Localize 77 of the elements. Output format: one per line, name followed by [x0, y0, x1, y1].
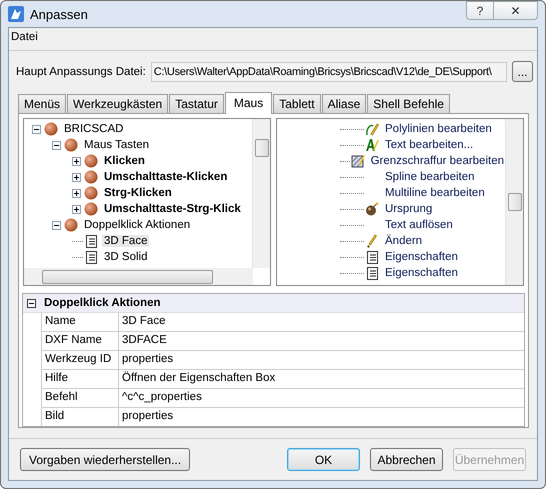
expander-icon[interactable] — [72, 172, 81, 182]
window-title: Anpassen — [30, 6, 88, 22]
tree-item[interactable]: Ändern — [383, 235, 424, 247]
dialog-button[interactable]: OK — [287, 448, 360, 471]
tab[interactable]: Aliase — [322, 94, 366, 113]
tree-item[interactable]: Polylinien bearbeiten — [383, 123, 494, 135]
dialog-button[interactable]: Abbrechen — [370, 448, 443, 471]
restore-defaults-button[interactable]: Vorgaben wiederherstellen... — [20, 448, 190, 471]
vertical-scrollbar[interactable] — [252, 119, 270, 268]
app-logo-icon — [8, 6, 24, 22]
property-value[interactable]: 3D Face — [119, 313, 168, 331]
tree-item[interactable]: BRICSCAD — [62, 123, 126, 135]
expander-icon[interactable] — [72, 156, 81, 166]
tree-item[interactable]: Text auflösen — [383, 219, 455, 231]
document-icon — [84, 234, 98, 248]
hatch-icon — [350, 154, 365, 168]
help-button[interactable]: ? — [466, 1, 494, 20]
property-value[interactable]: ^c^c_properties — [119, 389, 205, 407]
tab[interactable]: Menüs — [18, 94, 66, 113]
section-title: Doppelklick Aktionen — [44, 297, 161, 309]
sphere-icon — [84, 170, 98, 184]
close-button[interactable]: ✕ — [494, 1, 538, 20]
browse-button[interactable]: ... — [512, 61, 533, 82]
path-label: Haupt Anpassungs Datei: — [16, 66, 146, 78]
tree-item[interactable]: Eigenschaften — [383, 251, 460, 263]
tab[interactable]: Tablett — [273, 94, 321, 113]
horizontal-scrollbar[interactable] — [24, 268, 253, 285]
tree-item[interactable]: Text bearbeiten... — [383, 139, 476, 151]
tree-item[interactable]: 3D Solid — [102, 251, 150, 263]
tab[interactable]: Werkzeugkästen — [67, 94, 168, 113]
vertical-scrollbar[interactable] — [505, 119, 523, 285]
property-value[interactable]: 3DFACE — [119, 332, 170, 350]
tree-item[interactable]: Klicken — [102, 155, 147, 167]
sphere-icon — [64, 218, 78, 232]
tree-item[interactable]: Umschalttaste-Strg-Klick — [102, 203, 243, 215]
tab[interactable]: Tastatur — [169, 94, 224, 113]
tree-item[interactable]: 3D Face — [102, 235, 150, 247]
expander-icon[interactable] — [52, 140, 61, 150]
tree-item[interactable]: Strg-Klicken — [102, 187, 174, 199]
property-name: Bild — [42, 408, 119, 426]
document-icon — [365, 266, 379, 280]
path-field[interactable]: C:\Users\Walter\AppData\Roaming\Bricsys\Bricscad\V12\de_DE\Support\ — [150, 62, 507, 82]
tree-item[interactable]: Maus Tasten — [82, 139, 151, 151]
property-name: Befehl — [42, 389, 119, 407]
document-icon — [365, 250, 379, 264]
expander-icon[interactable] — [72, 188, 81, 198]
tree-item[interactable]: Spline bearbeiten — [383, 171, 477, 183]
text-pencil-icon — [365, 138, 379, 152]
expander-icon[interactable] — [72, 204, 81, 214]
tree-item[interactable]: Doppelklick Aktionen — [82, 219, 192, 231]
collapse-icon[interactable] — [27, 298, 36, 308]
property-value[interactable]: properties — [119, 408, 176, 426]
sphere-icon — [84, 186, 98, 200]
tab[interactable]: Shell Befehle — [367, 94, 450, 113]
property-name: DXF Name — [42, 332, 119, 350]
sphere-icon — [84, 202, 98, 216]
expander-icon[interactable] — [32, 124, 41, 134]
bomb-icon — [365, 202, 379, 216]
property-name: Werkzeug ID — [42, 351, 119, 369]
tab[interactable]: Maus — [224, 92, 272, 114]
document-icon — [84, 250, 98, 264]
sphere-icon — [44, 122, 58, 136]
expander-icon[interactable] — [52, 220, 61, 230]
sphere-icon — [64, 138, 78, 152]
property-value[interactable]: properties — [119, 351, 176, 369]
pencil-icon — [365, 122, 379, 136]
pencil-icon — [365, 234, 379, 248]
group-label: Datei — [11, 31, 38, 43]
property-name: Name — [42, 313, 119, 331]
property-value[interactable]: Öffnen der Eigenschaften Box — [119, 370, 278, 388]
tree-item[interactable]: Multiline bearbeiten — [383, 187, 487, 199]
property-name: Hilfe — [42, 370, 119, 388]
sphere-icon — [84, 154, 98, 168]
tree-item[interactable]: Grenzschraffur bearbeiten — [368, 155, 506, 167]
tree-item[interactable]: Umschalttaste-Klicken — [102, 171, 230, 183]
tree-item[interactable]: Eigenschaften — [383, 267, 460, 279]
tree-item[interactable]: Ursprung — [383, 203, 434, 215]
